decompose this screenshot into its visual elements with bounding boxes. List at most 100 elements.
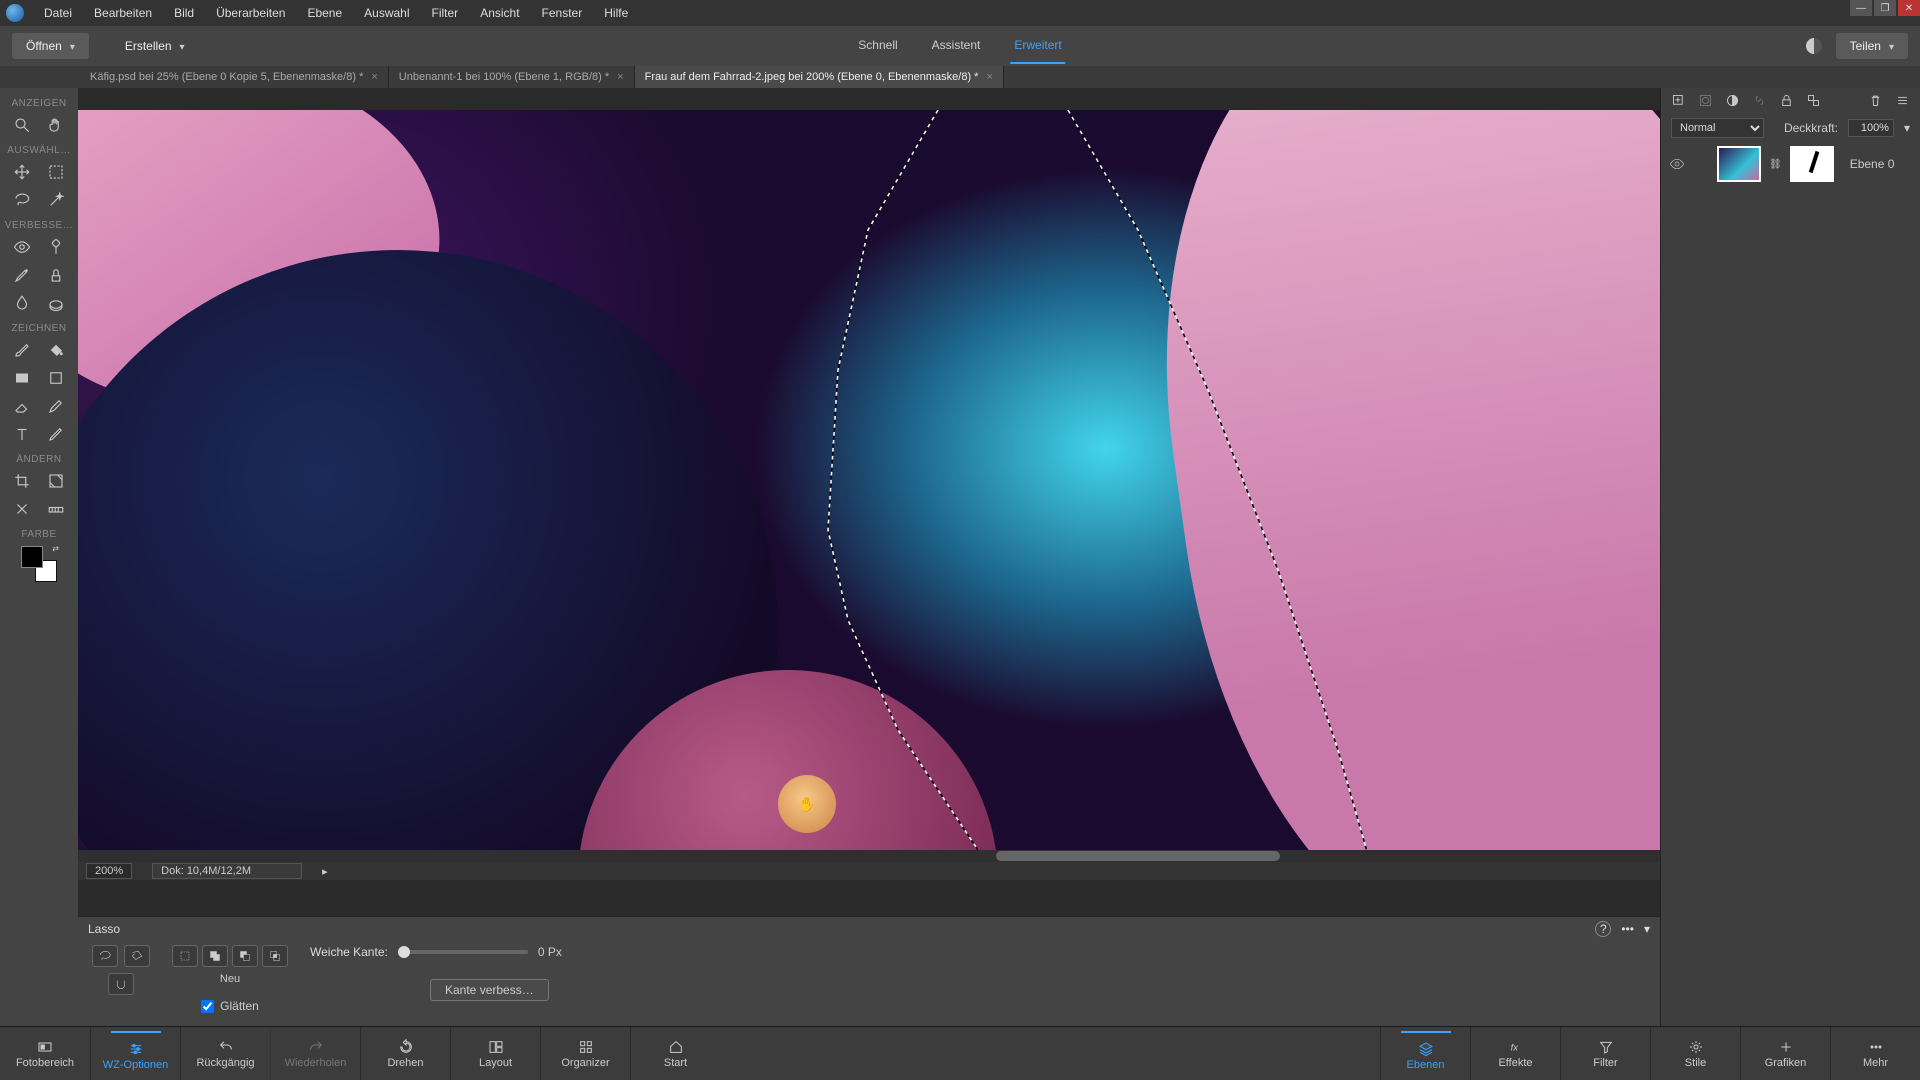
content-aware-move-icon[interactable] bbox=[8, 495, 36, 523]
scrollbar-thumb[interactable] bbox=[996, 851, 1281, 861]
menu-auswahl[interactable]: Auswahl bbox=[354, 2, 419, 24]
undo-button[interactable]: Rückgängig bbox=[180, 1027, 270, 1080]
color-picker-tool-icon[interactable] bbox=[42, 392, 70, 420]
eye-tool-icon[interactable] bbox=[8, 233, 36, 261]
create-button[interactable]: Erstellen bbox=[111, 33, 199, 59]
minimize-icon[interactable]: — bbox=[1850, 0, 1872, 16]
layer-row[interactable]: ⛓ Ebene 0 bbox=[1661, 140, 1920, 188]
layers-tab-button[interactable]: Ebenen bbox=[1380, 1027, 1470, 1080]
menu-datei[interactable]: Datei bbox=[34, 2, 82, 24]
poly-lasso-variant-icon[interactable] bbox=[124, 945, 150, 967]
swap-colors-icon[interactable]: ⇄ bbox=[52, 544, 59, 553]
antialias-checkbox[interactable] bbox=[201, 1000, 214, 1013]
menu-bearbeiten[interactable]: Bearbeiten bbox=[84, 2, 162, 24]
menu-bild[interactable]: Bild bbox=[164, 2, 204, 24]
pencil-tool-icon[interactable] bbox=[42, 420, 70, 448]
blur-tool-icon[interactable] bbox=[8, 289, 36, 317]
zoom-level[interactable]: 200% bbox=[86, 863, 132, 879]
delete-layer-icon[interactable] bbox=[1868, 93, 1883, 111]
sponge-tool-icon[interactable] bbox=[42, 289, 70, 317]
styles-tab-button[interactable]: Stile bbox=[1650, 1027, 1740, 1080]
layer-thumbnail[interactable] bbox=[1717, 146, 1761, 182]
link-mask-icon[interactable]: ⛓ bbox=[1769, 159, 1782, 170]
foreground-color-swatch[interactable] bbox=[21, 546, 43, 568]
more-tab-button[interactable]: Mehr bbox=[1830, 1027, 1920, 1080]
document-tab[interactable]: Unbenannt-1 bei 100% (Ebene 1, RGB/8) * … bbox=[389, 66, 635, 88]
feather-slider[interactable] bbox=[398, 950, 528, 954]
move-tool-icon[interactable] bbox=[8, 158, 36, 186]
lock-layer-icon[interactable] bbox=[1779, 93, 1794, 111]
new-selection-icon[interactable] bbox=[172, 945, 198, 967]
color-swatch[interactable]: ⇄ bbox=[21, 546, 57, 582]
refine-edge-button[interactable]: Kante verbess… bbox=[430, 979, 549, 1001]
type-tool-icon[interactable] bbox=[8, 420, 36, 448]
marquee-tool-icon[interactable] bbox=[42, 158, 70, 186]
home-button[interactable]: Start bbox=[630, 1027, 720, 1080]
paint-bucket-tool-icon[interactable] bbox=[42, 336, 70, 364]
document-tab[interactable]: Käfig.psd bei 25% (Ebene 0 Kopie 5, Eben… bbox=[80, 66, 389, 88]
filters-tab-button[interactable]: Filter bbox=[1560, 1027, 1650, 1080]
eraser-tool-icon[interactable] bbox=[8, 392, 36, 420]
add-selection-icon[interactable] bbox=[202, 945, 228, 967]
tool-options-button[interactable]: WZ-Optionen bbox=[90, 1027, 180, 1080]
layout-button[interactable]: Layout bbox=[450, 1027, 540, 1080]
gradient-tool-icon[interactable] bbox=[8, 364, 36, 392]
menu-fenster[interactable]: Fenster bbox=[532, 2, 593, 24]
layer-effects-icon[interactable] bbox=[1806, 93, 1821, 111]
document-tab[interactable]: Frau auf dem Fahrrad-2.jpeg bei 200% (Eb… bbox=[635, 66, 1004, 88]
redo-button[interactable]: Wiederholen bbox=[270, 1027, 360, 1080]
link-layers-icon[interactable] bbox=[1752, 93, 1767, 111]
straighten-tool-icon[interactable] bbox=[42, 495, 70, 523]
mode-guided[interactable]: Assistent bbox=[928, 28, 985, 64]
brush-tool-icon[interactable] bbox=[8, 336, 36, 364]
layer-mask-icon[interactable] bbox=[1698, 93, 1713, 111]
lasso-tool-icon[interactable] bbox=[8, 186, 36, 214]
intersect-selection-icon[interactable] bbox=[262, 945, 288, 967]
effects-tab-button[interactable]: fxEffekte bbox=[1470, 1027, 1560, 1080]
subtract-selection-icon[interactable] bbox=[232, 945, 258, 967]
status-arrow-icon[interactable]: ▸ bbox=[322, 865, 328, 878]
menu-filter[interactable]: Filter bbox=[422, 2, 469, 24]
horizontal-scrollbar[interactable] bbox=[78, 850, 1660, 862]
help-icon[interactable]: ? bbox=[1595, 921, 1611, 937]
spot-heal-tool-icon[interactable] bbox=[42, 233, 70, 261]
smart-brush-tool-icon[interactable] bbox=[8, 261, 36, 289]
shape-tool-icon[interactable] bbox=[42, 364, 70, 392]
opacity-input[interactable] bbox=[1848, 119, 1894, 137]
lasso-variant-icon[interactable] bbox=[92, 945, 118, 967]
mode-expert[interactable]: Erweitert bbox=[1010, 28, 1065, 64]
rotate-button[interactable]: Drehen bbox=[360, 1027, 450, 1080]
canvas[interactable]: ✋ bbox=[78, 110, 1660, 862]
blend-mode-select[interactable]: Normal bbox=[1671, 118, 1764, 138]
visibility-icon[interactable] bbox=[1669, 156, 1685, 172]
chevron-down-icon[interactable]: ▾ bbox=[1904, 121, 1910, 135]
photo-bin-button[interactable]: Fotobereich bbox=[0, 1027, 90, 1080]
clone-stamp-tool-icon[interactable] bbox=[42, 261, 70, 289]
collapse-panel-icon[interactable]: ▾ bbox=[1644, 922, 1650, 936]
close-icon[interactable]: ✕ bbox=[1898, 0, 1920, 16]
menu-hilfe[interactable]: Hilfe bbox=[594, 2, 638, 24]
adjustment-layer-icon[interactable] bbox=[1725, 93, 1740, 111]
crop-tool-icon[interactable] bbox=[8, 467, 36, 495]
menu-ueberarbeiten[interactable]: Überarbeiten bbox=[206, 2, 295, 24]
panel-menu-icon[interactable] bbox=[1895, 93, 1910, 111]
theme-toggle-icon[interactable] bbox=[1806, 38, 1822, 54]
layer-name[interactable]: Ebene 0 bbox=[1850, 157, 1895, 171]
close-tab-icon[interactable]: × bbox=[986, 71, 992, 83]
open-button[interactable]: Öffnen bbox=[12, 33, 89, 59]
magnetic-lasso-variant-icon[interactable] bbox=[108, 973, 134, 995]
magic-wand-tool-icon[interactable] bbox=[42, 186, 70, 214]
doc-size[interactable]: Dok: 10,4M/12,2M bbox=[152, 863, 302, 879]
close-tab-icon[interactable]: × bbox=[371, 71, 377, 83]
hand-tool-icon[interactable] bbox=[42, 111, 70, 139]
zoom-tool-icon[interactable] bbox=[8, 111, 36, 139]
mode-quick[interactable]: Schnell bbox=[854, 28, 901, 64]
recompose-tool-icon[interactable] bbox=[42, 467, 70, 495]
maximize-icon[interactable]: ❐ bbox=[1874, 0, 1896, 16]
close-tab-icon[interactable]: × bbox=[617, 71, 623, 83]
panel-more-icon[interactable]: ••• bbox=[1621, 922, 1634, 936]
mask-thumbnail[interactable] bbox=[1790, 146, 1834, 182]
menu-ebene[interactable]: Ebene bbox=[297, 2, 352, 24]
graphics-tab-button[interactable]: Grafiken bbox=[1740, 1027, 1830, 1080]
organizer-button[interactable]: Organizer bbox=[540, 1027, 630, 1080]
